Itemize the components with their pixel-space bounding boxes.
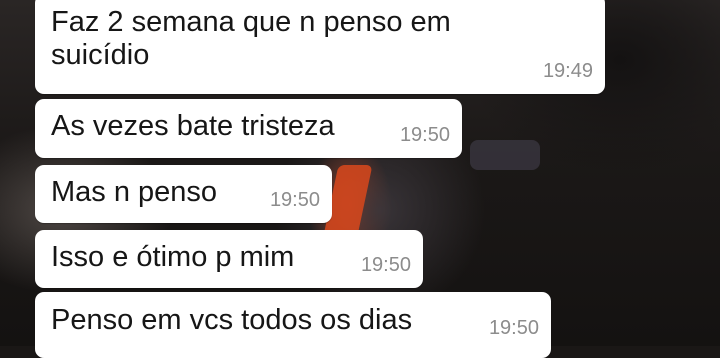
message-timestamp: 19:50 xyxy=(399,124,450,146)
message-timestamp: 19:49 xyxy=(542,60,593,82)
message-text: Penso em vcs todos os dias xyxy=(51,304,413,336)
message-text: Faz 2 semana que n penso em suicídio xyxy=(51,6,451,71)
message-timestamp: 19:50 xyxy=(269,189,320,211)
message-bubble[interactable]: Mas n penso 19:50 xyxy=(35,165,332,223)
message-bubble[interactable]: Isso e ótimo p mim 19:50 xyxy=(35,230,423,288)
message-list[interactable]: Faz 2 semana que n penso em suicídio 19:… xyxy=(0,0,720,358)
message-text: As vezes bate tristeza xyxy=(51,110,335,142)
message-timestamp: 19:50 xyxy=(488,317,539,339)
message-bubble[interactable]: As vezes bate tristeza 19:50 xyxy=(35,99,462,158)
message-timestamp: 19:50 xyxy=(360,254,411,276)
message-bubble[interactable]: Faz 2 semana que n penso em suicídio 19:… xyxy=(35,0,605,94)
message-text: Isso e ótimo p mim xyxy=(51,241,295,273)
message-bubble[interactable]: Penso em vcs todos os dias 19:50 xyxy=(35,292,551,358)
message-text: Mas n penso xyxy=(51,176,218,208)
